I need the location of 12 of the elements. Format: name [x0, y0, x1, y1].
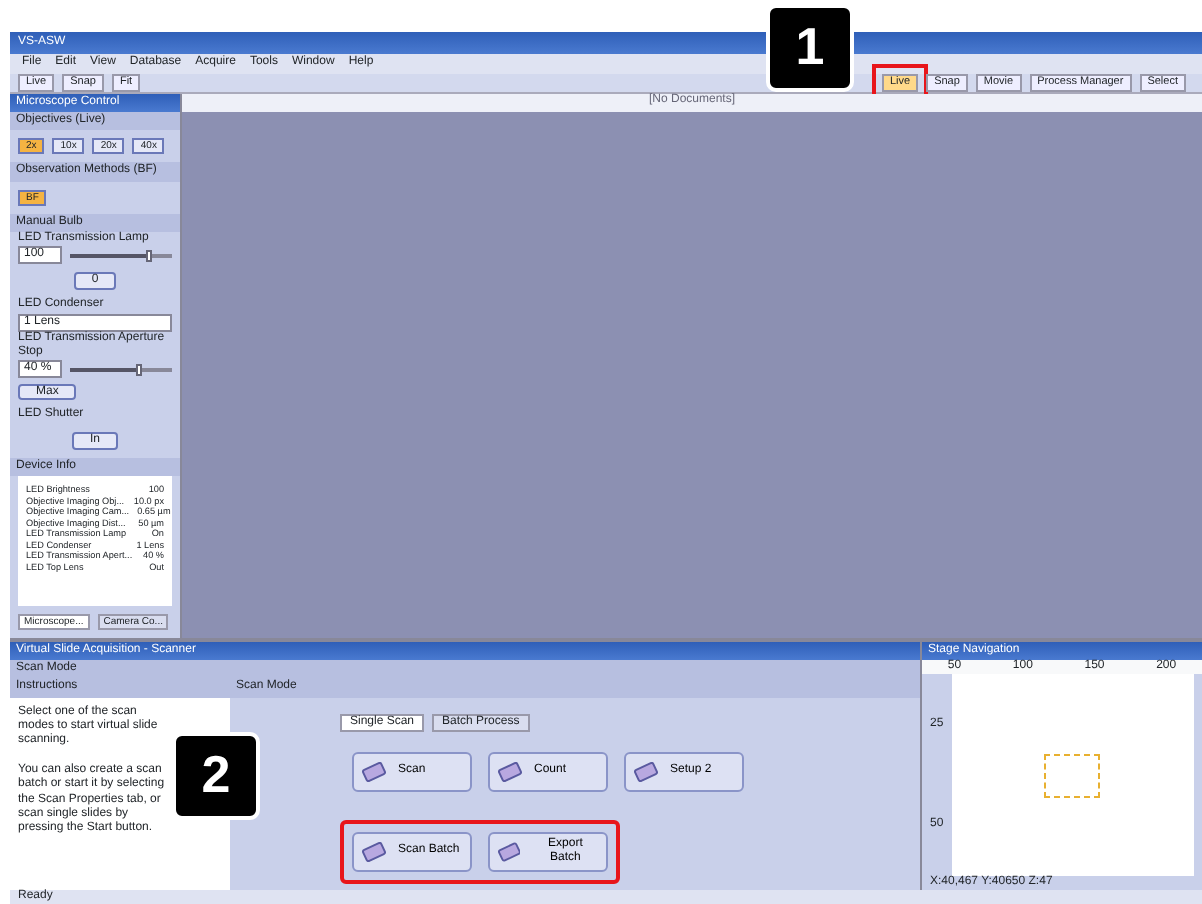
slider-track[interactable]: [70, 253, 172, 258]
callout-number: 1: [766, 4, 854, 92]
slide-icon: [498, 841, 521, 862]
slider-thumb[interactable]: [136, 363, 143, 376]
slide-icon: [362, 841, 386, 862]
field-of-view-frame: [1044, 753, 1101, 798]
slide-icon: [634, 761, 658, 782]
slider-thumb[interactable]: [146, 249, 153, 262]
slide-icon: [498, 761, 522, 782]
slider-track[interactable]: [70, 367, 172, 372]
slide-icon: [362, 761, 386, 782]
callout-number: 2: [172, 732, 260, 820]
